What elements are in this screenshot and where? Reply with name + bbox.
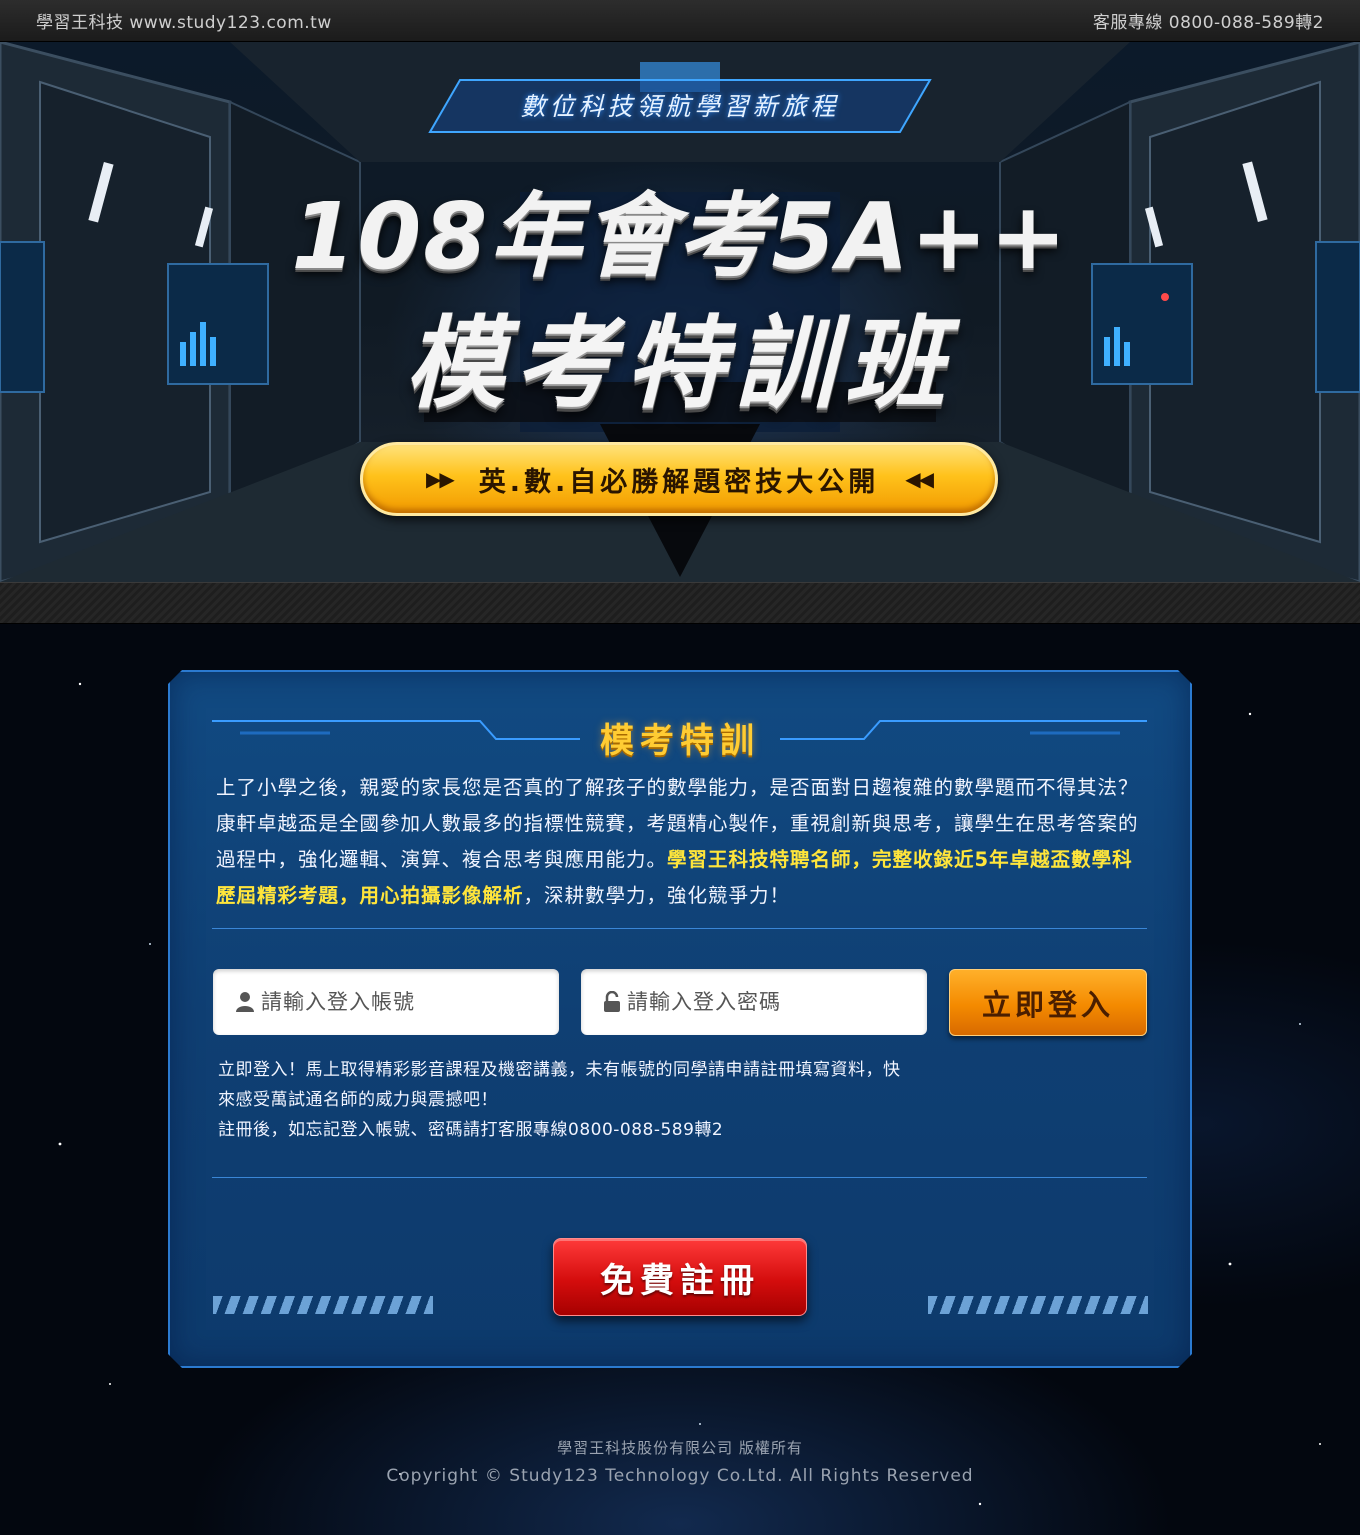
stripe-decoration-right	[928, 1296, 1148, 1314]
username-input[interactable]	[261, 990, 551, 1014]
divider-top	[212, 928, 1147, 929]
register-button[interactable]: 免費註冊	[553, 1238, 807, 1316]
panel-title: 模考特訓	[600, 721, 760, 761]
divider-bottom	[212, 1177, 1147, 1178]
footer-company: 學習王科技股份有限公司 版權所有	[557, 1439, 803, 1457]
panel-description: 上了小學之後，親愛的家長您是否真的了解孩子的數學能力，是否面對日趨複雜的數學題而…	[216, 770, 1146, 914]
stripe-decoration-left	[213, 1296, 433, 1314]
password-field[interactable]	[581, 969, 927, 1035]
lock-icon	[604, 991, 620, 1012]
note-line-1: 立即登入！馬上取得精彩影音課程及機密講義，未有帳號的同學請申請註冊填寫資料，快	[218, 1060, 901, 1080]
user-icon	[236, 992, 254, 1012]
description-text-2: ，深耕數學力，強化競爭力！	[523, 884, 791, 907]
username-field[interactable]	[213, 969, 559, 1035]
footer-copyright: Copyright © Study123 Technology Co.Ltd. …	[386, 1466, 974, 1486]
login-notes: 立即登入！馬上取得精彩影音課程及機密講義，未有帳號的同學請申請註冊填寫資料，快 …	[218, 1055, 998, 1145]
note-line-2: 來感受萬試通名師的威力與震撼吧！	[218, 1090, 498, 1110]
password-input[interactable]	[627, 990, 917, 1014]
note-line-3: 註冊後，如忘記登入帳號、密碼請打客服專線0800-088-589轉2	[218, 1120, 724, 1140]
login-button[interactable]: 立即登入	[949, 969, 1147, 1036]
